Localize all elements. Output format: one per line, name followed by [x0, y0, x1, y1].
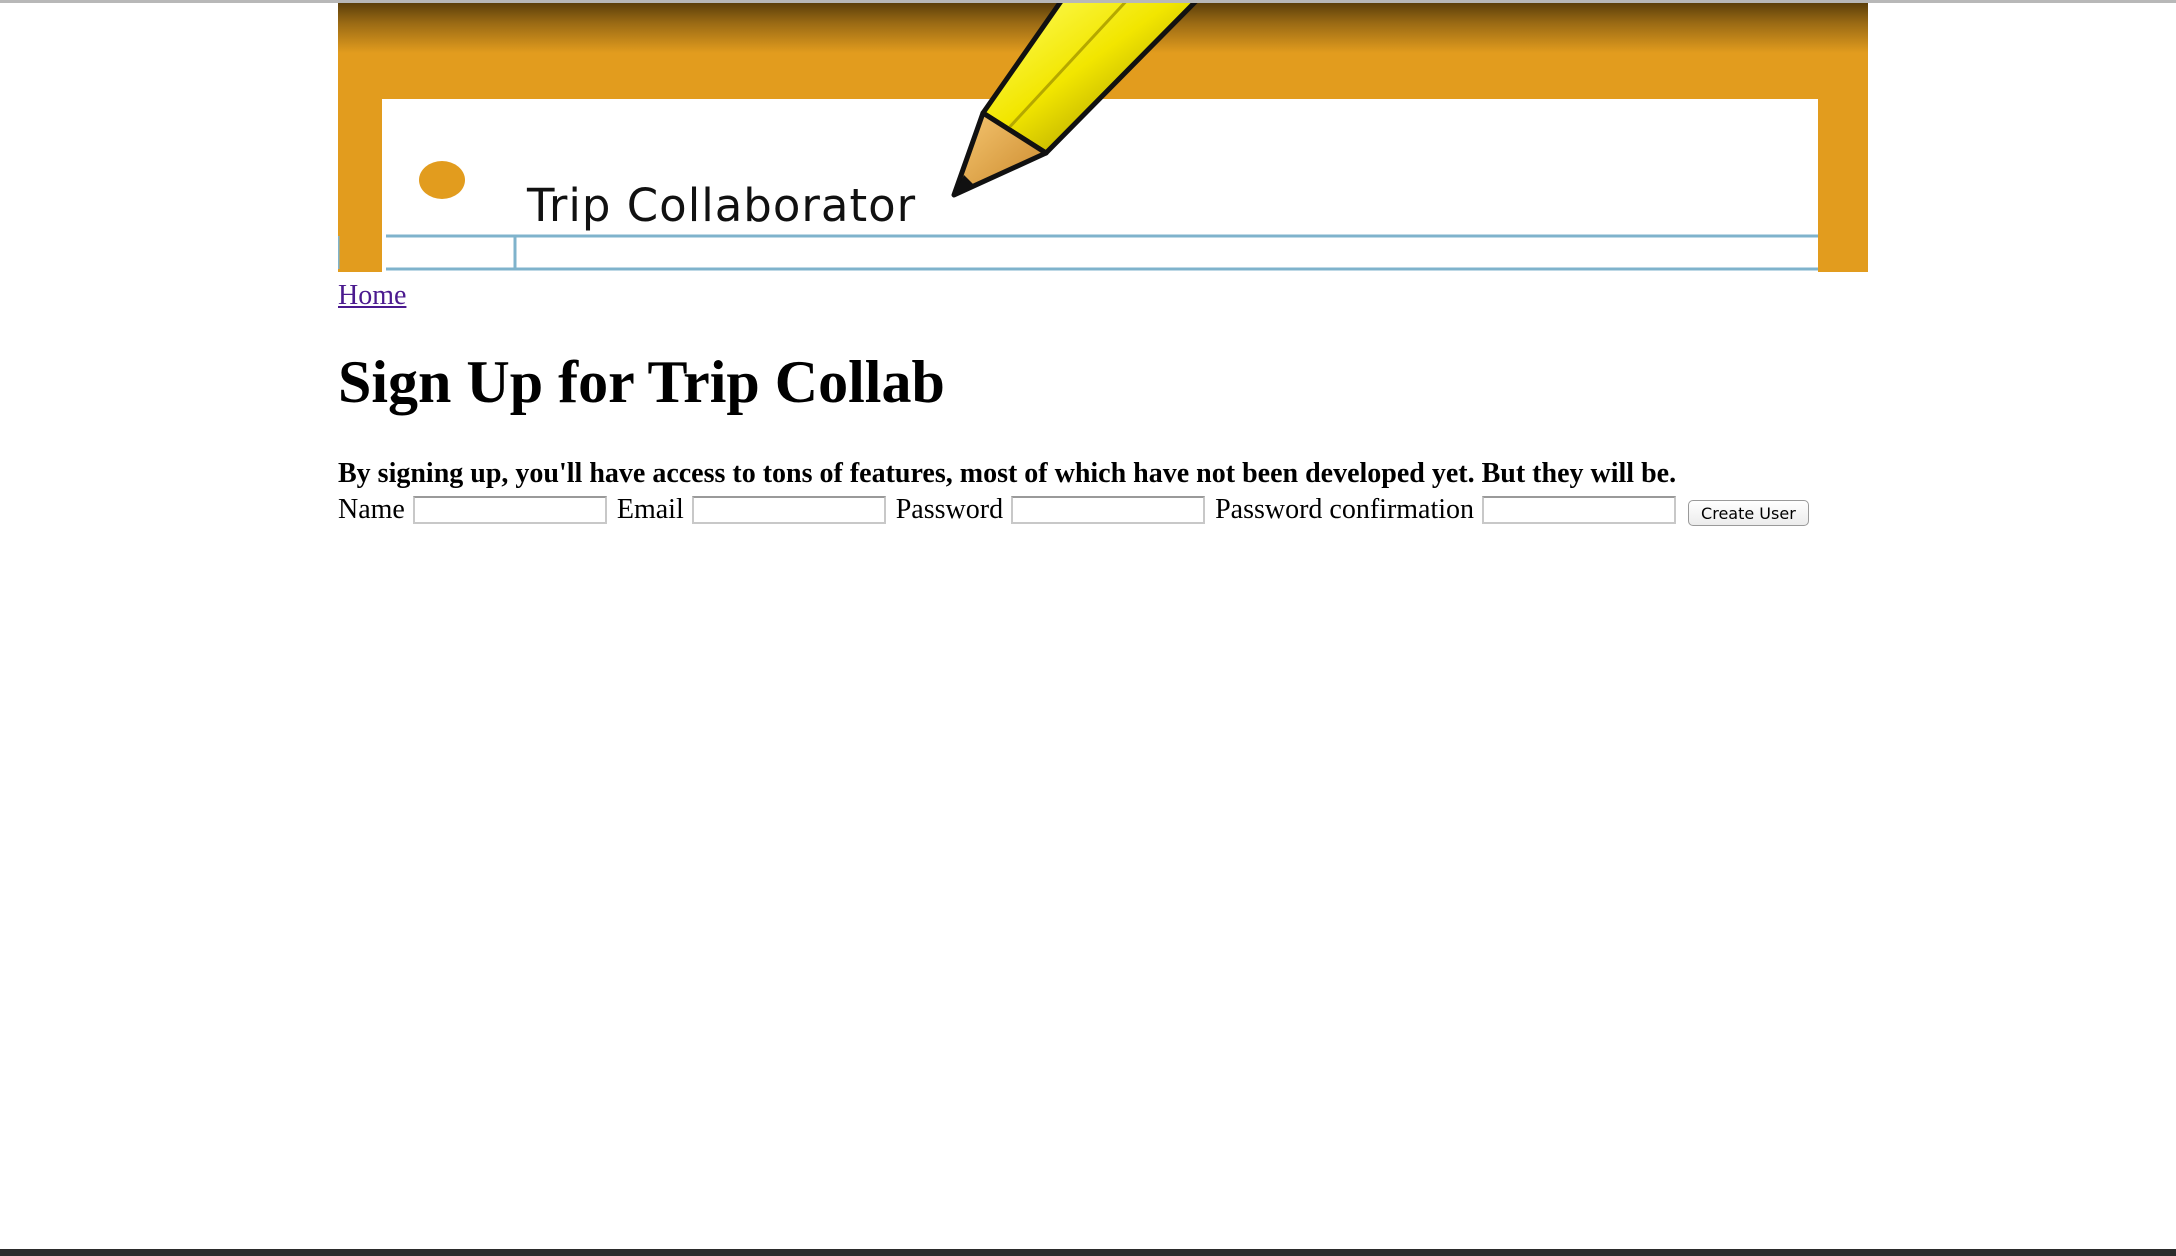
- signup-form: Name Email Password Password confirmatio…: [338, 492, 1809, 528]
- site-banner: Trip Collaborator: [338, 3, 1868, 272]
- banner-rule-lines: [338, 234, 1818, 271]
- page-title: Sign Up for Trip Collab: [338, 349, 945, 415]
- home-link[interactable]: Home: [338, 280, 406, 312]
- dot-icon: [419, 161, 465, 199]
- name-label: Name: [338, 494, 405, 525]
- intro-text: By signing up, you'll have access to ton…: [338, 458, 1677, 489]
- password-confirmation-input[interactable]: [1482, 496, 1677, 524]
- password-confirmation-label: Password confirmation: [1215, 494, 1475, 525]
- email-label: Email: [616, 494, 684, 525]
- pencil-icon: [951, 3, 1198, 198]
- name-input[interactable]: [412, 496, 607, 524]
- password-input[interactable]: [1011, 496, 1206, 524]
- email-input[interactable]: [691, 496, 886, 524]
- banner-title: Trip Collaborator: [527, 179, 917, 232]
- window-bottom-bar: [0, 1249, 2176, 1256]
- create-user-button[interactable]: Create User: [1688, 500, 1809, 526]
- password-label: Password: [895, 494, 1004, 525]
